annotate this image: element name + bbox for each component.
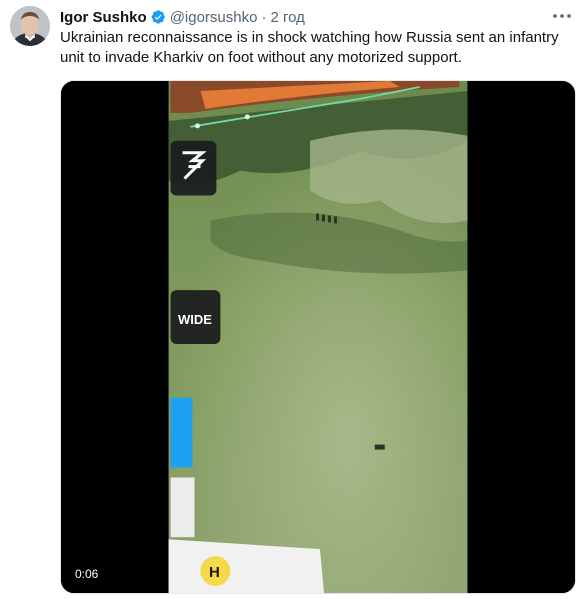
author-handle[interactable]: @igorsushko xyxy=(170,9,258,26)
verified-badge-icon xyxy=(150,9,166,25)
avatar[interactable] xyxy=(10,6,50,46)
separator-dot: · xyxy=(261,8,267,26)
video-duration: 0:06 xyxy=(75,567,99,581)
wide-button-label: WIDE xyxy=(178,312,212,327)
tweet-header: Igor Sushko @igorsushko · 2 год xyxy=(60,7,576,27)
video-player[interactable]: WIDE H 0:06 xyxy=(60,80,576,594)
author-name[interactable]: Igor Sushko xyxy=(60,9,147,26)
tweet-text: Ukrainian reconnaissance is in shock wat… xyxy=(60,29,559,66)
tweet-timestamp[interactable]: 2 год xyxy=(270,9,304,26)
more-options-icon[interactable] xyxy=(552,8,572,24)
tweet[interactable]: Igor Sushko @igorsushko · 2 год Ukrainia… xyxy=(0,0,586,599)
avatar-image xyxy=(10,6,50,46)
h-marker-label: H xyxy=(209,564,220,581)
video-frame xyxy=(61,81,575,593)
